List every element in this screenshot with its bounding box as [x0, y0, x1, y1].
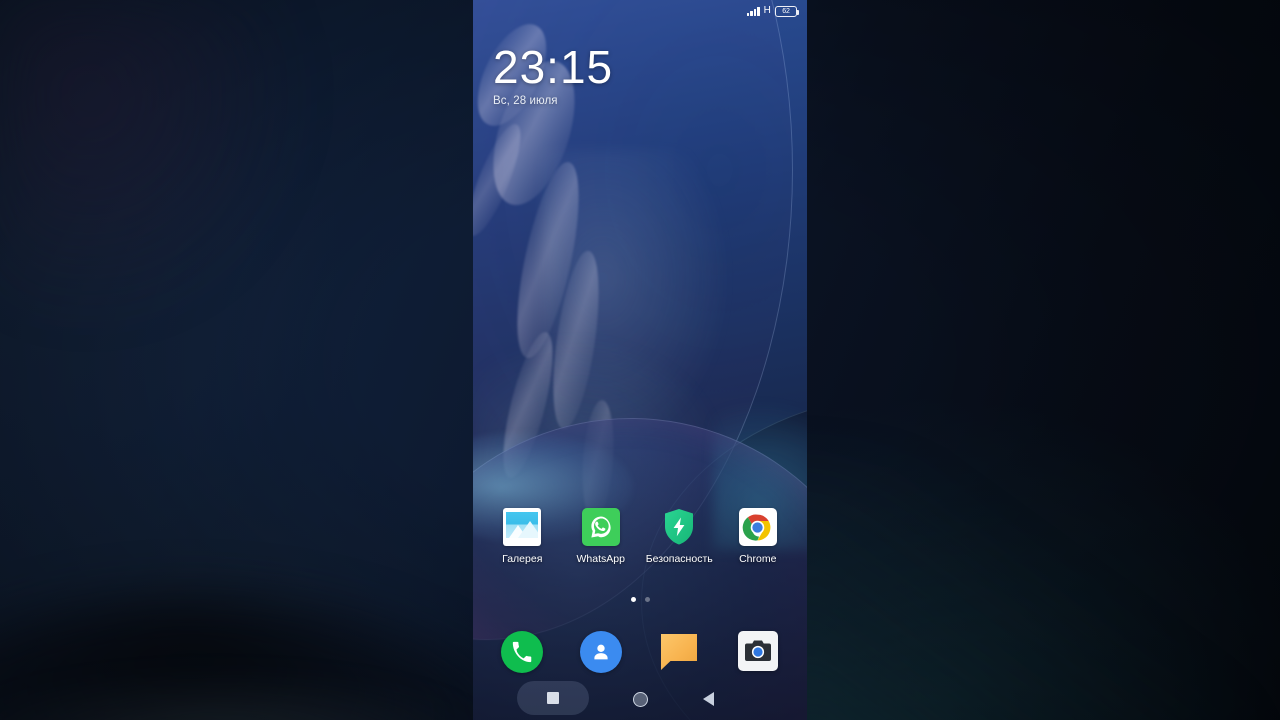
chrome-icon: [738, 508, 777, 546]
phone-home-screen-screenshot: H 62 23:15 Вс, 28 июля Галерея WhatsApp …: [0, 0, 1280, 720]
dock-item-contacts[interactable]: [565, 631, 637, 673]
page-dot-active[interactable]: [630, 597, 636, 602]
app-label-whatsapp: WhatsApp: [576, 553, 625, 565]
page-dot[interactable]: [644, 597, 650, 602]
app-label-chrome: Chrome: [739, 553, 777, 565]
battery-level-label: 62: [782, 7, 790, 15]
phone-screen: H 62 23:15 Вс, 28 июля Галерея WhatsApp …: [473, 0, 807, 720]
page-indicator: [473, 597, 807, 602]
gallery-icon: [503, 508, 542, 546]
dock-item-messages[interactable]: [643, 631, 715, 673]
app-label-gallery: Галерея: [502, 553, 543, 565]
dock: [473, 631, 807, 673]
signal-bars-icon: [746, 6, 760, 16]
clock-widget[interactable]: 23:15 Вс, 28 июля: [493, 42, 613, 109]
network-type-label: H: [763, 5, 771, 16]
app-label-security: Безопасность: [645, 553, 713, 565]
battery-icon: 62: [775, 5, 799, 17]
back-triangle-icon[interactable]: [691, 681, 725, 717]
app-icon-security[interactable]: Безопасность: [643, 508, 715, 566]
home-circle-icon[interactable]: [623, 681, 657, 717]
whatsapp-icon: [581, 508, 620, 546]
camera-icon: [737, 631, 778, 671]
contacts-icon: [579, 631, 622, 673]
navigation-bar: [473, 678, 807, 720]
security-shield-icon: [660, 508, 698, 546]
clock-time: 23:15: [493, 41, 614, 93]
recents-square-icon[interactable]: [517, 681, 589, 715]
app-icon-chrome[interactable]: Chrome: [722, 508, 794, 566]
message-bubble-icon: [658, 631, 700, 673]
app-icon-whatsapp[interactable]: WhatsApp: [565, 508, 637, 566]
app-grid: Галерея WhatsApp Безопасность Chrome: [473, 508, 807, 566]
phone-icon: [501, 631, 544, 673]
app-icon-gallery[interactable]: Галерея: [486, 508, 558, 566]
status-bar: H 62: [473, 0, 807, 22]
dock-item-phone[interactable]: [486, 631, 558, 673]
dock-item-camera[interactable]: [722, 631, 794, 673]
clock-date: Вс, 28 июля: [493, 95, 558, 107]
